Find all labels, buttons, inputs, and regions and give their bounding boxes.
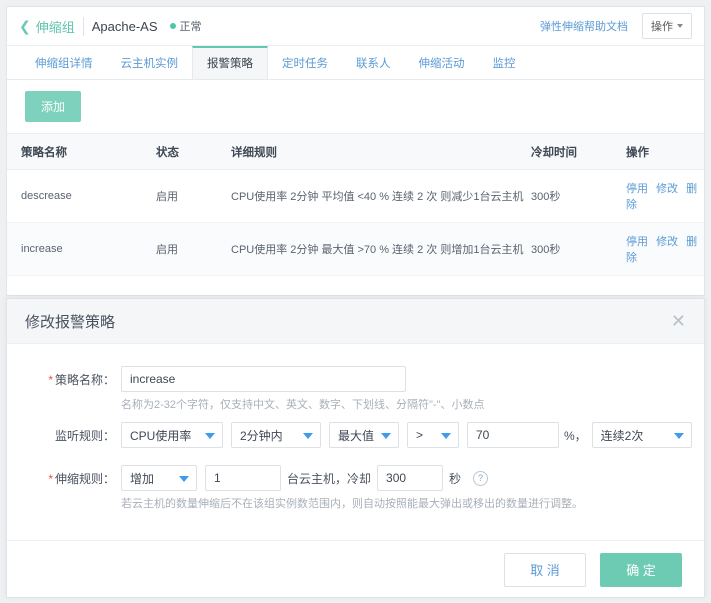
cell-policy-name: increase <box>7 222 156 276</box>
threshold-input[interactable] <box>467 422 559 448</box>
aggregate-select-value: 最大值 <box>338 428 375 443</box>
tab-instances[interactable]: 云主机实例 <box>107 46 193 79</box>
comparator-select[interactable]: > <box>407 422 459 448</box>
cooldown-input[interactable] <box>377 465 444 491</box>
column-header-rule: 详细规则 <box>231 133 531 170</box>
cell-rule: CPU使用率 2分钟 最大值 >70 % 连续 2 次 则增加1台云主机 <box>231 222 531 276</box>
column-header-status: 状态 <box>156 133 231 170</box>
chevron-down-icon <box>179 476 189 482</box>
policy-name-input[interactable] <box>121 366 406 392</box>
row-action-disable[interactable]: 停用 <box>626 183 648 195</box>
tab-scheduled-task[interactable]: 定时任务 <box>268 46 342 79</box>
chevron-down-icon <box>677 24 683 28</box>
row-action-disable[interactable]: 停用 <box>626 236 648 248</box>
aggregate-select[interactable]: 最大值 <box>329 422 399 448</box>
scale-action-select-value: 增加 <box>130 471 155 486</box>
label-policy-name: * 策略名称： <box>48 372 115 387</box>
scale-mid-label: 台云主机，冷却 <box>287 471 372 486</box>
required-asterisk-icon: * <box>48 372 53 387</box>
breadcrumb: ❮ 伸缩组 Apache-AS 正常 弹性伸缩帮助文档 操作 <box>7 7 704 46</box>
table-row: increase 启用 CPU使用率 2分钟 最大值 >70 % 连续 2 次 … <box>7 222 704 276</box>
confirm-button[interactable]: 确 定 <box>600 552 682 587</box>
field-row-scale-rule: *伸缩规则： 增加 台云主机，冷却 秒 ? <box>7 465 704 491</box>
operation-dropdown-button[interactable]: 操作 <box>642 13 692 39</box>
cancel-button[interactable]: 取 消 <box>504 552 586 587</box>
status-badge: 正常 <box>169 18 202 34</box>
required-asterisk-icon: * <box>48 471 53 486</box>
scale-action-select[interactable]: 增加 <box>121 465 197 491</box>
hint-scale-rule: 若云主机的数量伸缩后不在该组实例数范围内，则自动按照能最大弹出或移出的数量进行调… <box>121 498 583 510</box>
alarm-policy-table: 策略名称 状态 详细规则 冷却时间 操作 descrease 启用 CPU使用率… <box>7 133 704 276</box>
chevron-down-icon <box>205 433 215 439</box>
operation-dropdown-label: 操作 <box>651 21 673 33</box>
row-action-edit[interactable]: 修改 <box>656 183 678 195</box>
close-icon[interactable]: ✕ <box>671 312 686 330</box>
tab-alarm-policy[interactable]: 报警策略 <box>192 46 268 79</box>
cell-status: 启用 <box>156 169 231 223</box>
dialog-footer: 取 消 确 定 <box>7 540 704 598</box>
chevron-down-icon <box>673 433 684 439</box>
chevron-down-icon <box>303 433 313 439</box>
modal-overlay: 修改报警策略 ✕ *策略名称： 名称为2-32个字符，仅支持中文、英文、数字、下… <box>0 296 711 603</box>
label-monitor-rule: 监听规则： <box>54 428 115 443</box>
unit-percent-label: %， <box>564 428 587 443</box>
chevron-left-icon[interactable]: ❮ <box>19 19 31 33</box>
field-row-monitor-rule: 监听规则： CPU使用率 2分钟内 最大值 > 70 %， 连续2次 <box>7 422 704 448</box>
column-header-actions: 操作 <box>626 133 704 170</box>
status-badge-label: 正常 <box>179 21 202 33</box>
dialog-title: 修改报警策略 <box>25 313 116 331</box>
status-dot-icon <box>169 23 176 29</box>
column-header-name: 策略名称 <box>7 133 156 170</box>
cell-cooldown: 300秒 <box>531 222 626 276</box>
instance-count-input[interactable] <box>205 465 281 491</box>
repeat-times-select[interactable]: 连续2次 <box>591 422 692 448</box>
row-action-edit[interactable]: 修改 <box>656 236 678 248</box>
table-toolbar: 添加 <box>7 80 704 133</box>
tab-group-detail[interactable]: 伸缩组详情 <box>21 46 107 79</box>
cell-rule: CPU使用率 2分钟 平均值 <40 % 连续 2 次 则减少1台云主机 <box>231 169 531 223</box>
field-row-policy-name: * 策略名称： <box>7 366 704 392</box>
cell-actions: 停用 修改 删除 <box>626 169 704 223</box>
column-header-cooldown: 冷却时间 <box>531 133 626 170</box>
hint-policy-name: 名称为2-32个字符，仅支持中文、英文、数字、下划线、分隔符"-"、小数点 <box>121 399 485 411</box>
repeat-times-select-value: 连续2次 <box>600 428 644 443</box>
tab-monitor[interactable]: 监控 <box>479 46 530 79</box>
tab-bar: 伸缩组详情 云主机实例 报警策略 定时任务 联系人 伸缩活动 监控 <box>7 46 704 80</box>
breadcrumb-link-group[interactable]: 伸缩组 <box>36 16 84 36</box>
dialog-header: 修改报警策略 ✕ <box>7 299 704 344</box>
page-title: Apache-AS <box>91 18 158 34</box>
edit-alarm-policy-dialog: 修改报警策略 ✕ *策略名称： 名称为2-32个字符，仅支持中文、英文、数字、下… <box>6 298 705 598</box>
add-button[interactable]: 添加 <box>25 91 82 122</box>
content-panel: ❮ 伸缩组 Apache-AS 正常 弹性伸缩帮助文档 操作 伸缩组详情 云主机… <box>6 6 705 296</box>
chevron-down-icon <box>381 433 391 439</box>
table-header-row: 策略名称 状态 详细规则 冷却时间 操作 <box>7 133 704 170</box>
dialog-body: *策略名称： 名称为2-32个字符，仅支持中文、英文、数字、下划线、分隔符"-"… <box>7 344 704 540</box>
label-scale-rule: * 伸缩规则： <box>48 471 115 486</box>
period-select-value: 2分钟内 <box>240 428 283 443</box>
question-circle-icon[interactable]: ? <box>473 470 489 486</box>
tab-scaling-activity[interactable]: 伸缩活动 <box>405 46 479 79</box>
cell-actions: 停用 修改 删除 <box>626 222 704 276</box>
help-doc-link[interactable]: 弹性伸缩帮助文档 <box>540 18 628 34</box>
chevron-down-icon <box>441 433 451 439</box>
metric-select[interactable]: CPU使用率 <box>121 422 223 448</box>
table-row: descrease 启用 CPU使用率 2分钟 平均值 <40 % 连续 2 次… <box>7 169 704 223</box>
comparator-select-value: > <box>416 428 424 442</box>
cell-cooldown: 300秒 <box>531 169 626 223</box>
cell-policy-name: descrease <box>7 169 156 223</box>
period-select[interactable]: 2分钟内 <box>231 422 321 448</box>
cell-status: 启用 <box>156 222 231 276</box>
cooldown-unit-label: 秒 <box>449 471 462 486</box>
tab-contacts[interactable]: 联系人 <box>342 46 405 79</box>
metric-select-value: CPU使用率 <box>130 428 192 443</box>
